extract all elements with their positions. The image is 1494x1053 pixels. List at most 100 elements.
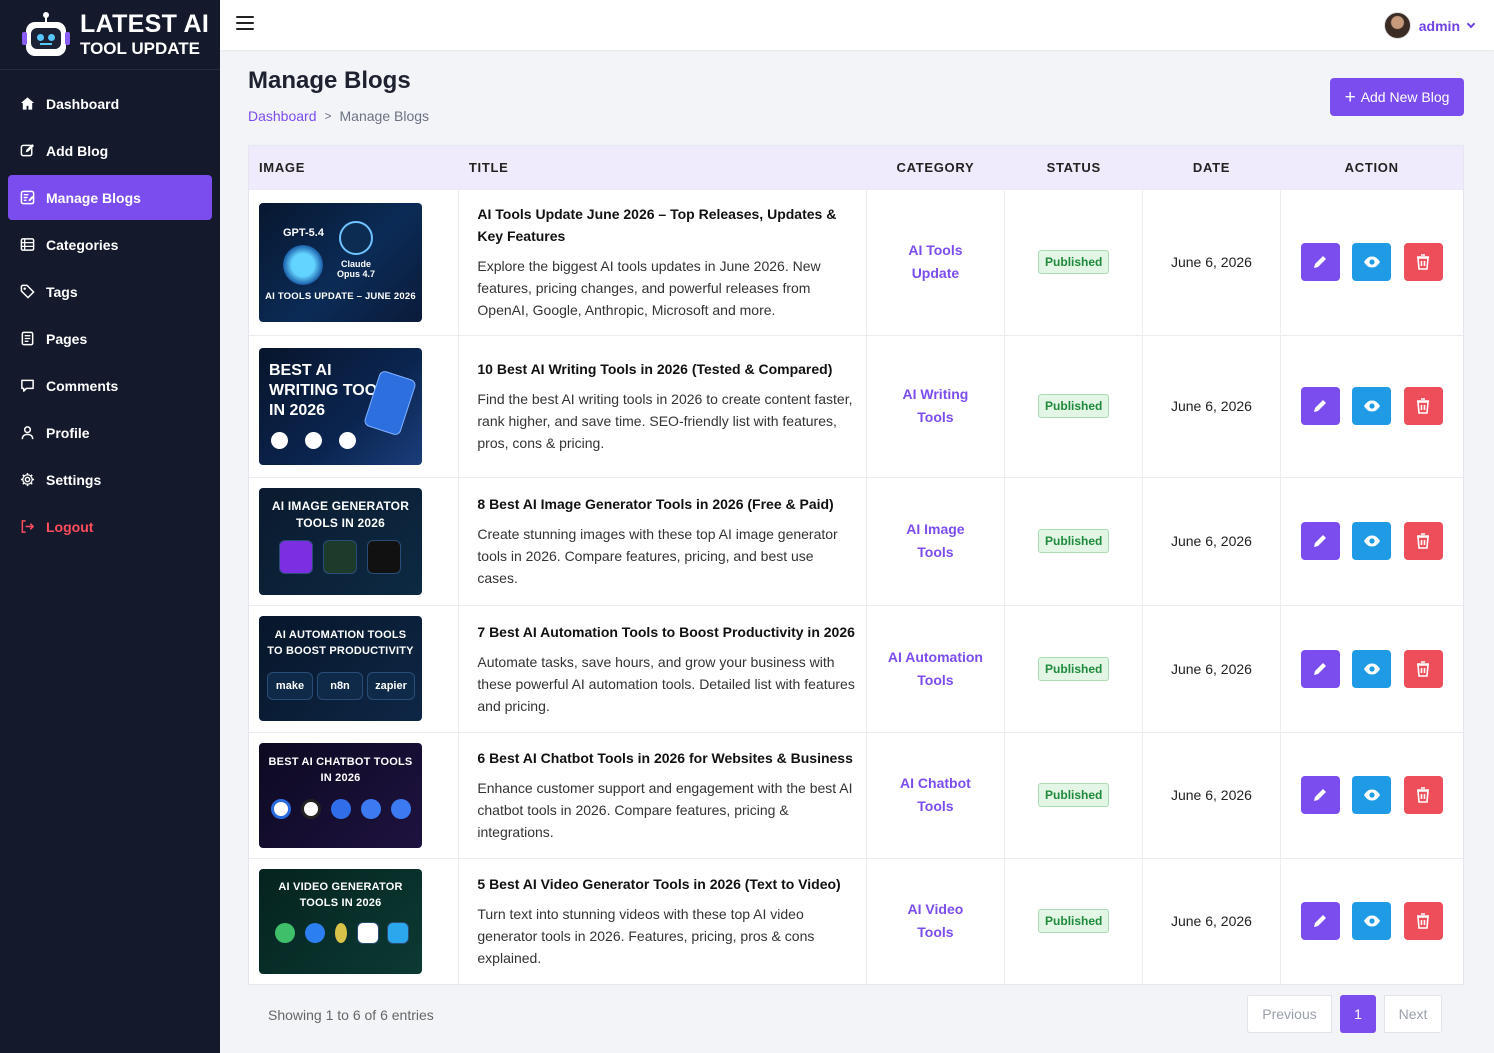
view-button[interactable] bbox=[1352, 776, 1392, 814]
logout-icon bbox=[19, 519, 35, 535]
user-menu[interactable]: admin bbox=[1383, 12, 1476, 39]
delete-button[interactable] bbox=[1403, 243, 1443, 281]
delete-button[interactable] bbox=[1403, 387, 1443, 425]
breadcrumb-current: Manage Blogs bbox=[339, 108, 430, 124]
status-badge: Published bbox=[1038, 250, 1110, 274]
sidebar-nav: Dashboard Add Blog Manage Blogs Categori… bbox=[0, 70, 220, 549]
blog-thumbnail: GPT-5.4 Claude Opus 4.7 AI TOOLS UPDATE … bbox=[259, 202, 422, 322]
post-title[interactable]: 8 Best AI Image Generator Tools in 2026 … bbox=[477, 493, 857, 515]
sidebar-item-manage-blogs[interactable]: Manage Blogs bbox=[8, 175, 212, 220]
pagination-page-1[interactable]: 1 bbox=[1340, 995, 1376, 1033]
eye-icon bbox=[1363, 789, 1380, 801]
table-row: AI IMAGE GENERATOR TOOLS IN 2026 8 Best … bbox=[249, 476, 1463, 605]
menu-toggle-icon[interactable] bbox=[236, 16, 254, 32]
comment-icon bbox=[19, 378, 35, 394]
add-new-blog-button[interactable]: + Add New Blog bbox=[1330, 78, 1464, 116]
category-line: AI Automation bbox=[887, 648, 983, 665]
robot-logo-icon bbox=[22, 11, 70, 58]
brand-logo[interactable]: LATEST AI TOOL UPDATE bbox=[0, 0, 220, 70]
sidebar-item-pages[interactable]: Pages bbox=[8, 316, 212, 361]
chatbot-logo-icon bbox=[391, 798, 411, 819]
post-title[interactable]: 6 Best AI Chatbot Tools in 2026 for Webs… bbox=[477, 747, 857, 769]
thumb-text: IN 2026 bbox=[269, 401, 326, 419]
pagination-previous-button[interactable]: Previous bbox=[1247, 995, 1332, 1033]
post-date: June 6, 2026 bbox=[1142, 857, 1281, 984]
thumb-text: make bbox=[267, 672, 313, 700]
sidebar-item-categories[interactable]: Categories bbox=[8, 222, 212, 267]
sidebar-item-profile[interactable]: Profile bbox=[8, 410, 212, 455]
category-link[interactable]: AI Automation Tools bbox=[867, 646, 1005, 692]
view-button[interactable] bbox=[1352, 387, 1392, 425]
thumb-text: BEST AI bbox=[269, 361, 332, 379]
username: admin bbox=[1418, 17, 1460, 34]
category-line: AI Writing bbox=[902, 386, 969, 402]
post-title[interactable]: 5 Best AI Video Generator Tools in 2026 … bbox=[477, 873, 857, 895]
post-description: Enhance customer support and engagement … bbox=[477, 780, 853, 840]
category-line: Tools bbox=[917, 544, 954, 560]
edit-button[interactable] bbox=[1300, 522, 1340, 560]
edit-button[interactable] bbox=[1300, 649, 1340, 688]
pencil-icon bbox=[1314, 256, 1327, 268]
sidebar-item-label: Settings bbox=[46, 471, 102, 488]
post-title[interactable]: 10 Best AI Writing Tools in 2026 (Tested… bbox=[477, 358, 857, 380]
category-link[interactable]: AI Video Tools bbox=[867, 898, 1005, 944]
sidebar-item-label: Manage Blogs bbox=[46, 189, 141, 206]
brand-line-2: TOOL UPDATE bbox=[80, 39, 200, 58]
sidebar-item-add-blog[interactable]: Add Blog bbox=[8, 128, 212, 173]
thumb-text: IN 2026 bbox=[320, 771, 361, 784]
page-title: Manage Blogs bbox=[248, 67, 411, 94]
sidebar-item-settings[interactable]: Settings bbox=[8, 457, 212, 502]
pagination-next-button[interactable]: Next bbox=[1384, 995, 1442, 1033]
edit-button[interactable] bbox=[1300, 776, 1340, 814]
chatbot-logo-icon bbox=[301, 798, 321, 819]
openai-logo-icon bbox=[339, 220, 373, 255]
breadcrumb-dashboard-link[interactable]: Dashboard bbox=[248, 108, 317, 124]
list-icon bbox=[19, 237, 35, 253]
delete-button[interactable] bbox=[1403, 522, 1443, 560]
category-link[interactable]: AI Image Tools bbox=[867, 518, 1005, 564]
breadcrumb-separator: > bbox=[324, 109, 332, 123]
sidebar-item-label: Dashboard bbox=[46, 95, 120, 112]
view-button[interactable] bbox=[1352, 649, 1392, 688]
sidebar: LATEST AI TOOL UPDATE Dashboard Add Blog… bbox=[0, 0, 220, 1053]
delete-button[interactable] bbox=[1403, 649, 1443, 688]
video-logo-icon bbox=[275, 922, 295, 943]
thumb-text: TOOLS IN 2026 bbox=[299, 896, 382, 909]
thumb-text: AI AUTOMATION TOOLS bbox=[274, 629, 407, 641]
trash-icon bbox=[1417, 787, 1430, 803]
category-link[interactable]: AI Writing Tools bbox=[867, 383, 1005, 429]
category-link[interactable]: AI Tools Update bbox=[867, 239, 1005, 285]
edit-button[interactable] bbox=[1300, 902, 1340, 941]
post-title[interactable]: AI Tools Update June 2026 – Top Releases… bbox=[477, 203, 857, 247]
thumb-text: Claude Opus 4.7 bbox=[336, 258, 375, 279]
view-button[interactable] bbox=[1352, 243, 1392, 281]
video-logo-icon bbox=[305, 922, 325, 943]
post-description: Find the best AI writing tools in 2026 t… bbox=[477, 391, 853, 451]
home-icon bbox=[19, 96, 35, 112]
delete-button[interactable] bbox=[1403, 776, 1443, 814]
category-line: AI Chatbot bbox=[900, 775, 971, 791]
chatbot-logo-icon bbox=[271, 798, 291, 819]
pencil-icon bbox=[1314, 662, 1327, 675]
post-title[interactable]: 7 Best AI Automation Tools to Boost Prod… bbox=[477, 621, 857, 643]
sidebar-item-logout[interactable]: Logout bbox=[8, 504, 212, 549]
delete-button[interactable] bbox=[1403, 902, 1443, 941]
manage-icon bbox=[19, 190, 35, 206]
thumb-text: AI IMAGE GENERATOR bbox=[271, 498, 410, 513]
view-button[interactable] bbox=[1352, 522, 1392, 560]
category-link[interactable]: AI Chatbot Tools bbox=[867, 772, 1005, 818]
category-line: AI Video bbox=[907, 901, 964, 918]
edit-button[interactable] bbox=[1300, 243, 1340, 281]
sidebar-item-dashboard[interactable]: Dashboard bbox=[8, 81, 212, 126]
sidebar-item-comments[interactable]: Comments bbox=[8, 363, 212, 408]
blog-thumbnail: BEST AI CHATBOT TOOLS IN 2026 bbox=[259, 742, 422, 848]
view-button[interactable] bbox=[1352, 902, 1392, 941]
table-footer: Showing 1 to 6 of 6 entries Previous 1 N… bbox=[248, 995, 1464, 1035]
sidebar-item-label: Tags bbox=[46, 283, 78, 300]
chatbot-logo-icon bbox=[331, 798, 351, 819]
edit-button[interactable] bbox=[1300, 387, 1340, 425]
sidebar-item-tags[interactable]: Tags bbox=[8, 269, 212, 314]
thumb-text: AI VIDEO GENERATOR bbox=[278, 880, 403, 893]
eye-icon bbox=[1363, 535, 1380, 547]
status-badge: Published bbox=[1038, 909, 1110, 934]
